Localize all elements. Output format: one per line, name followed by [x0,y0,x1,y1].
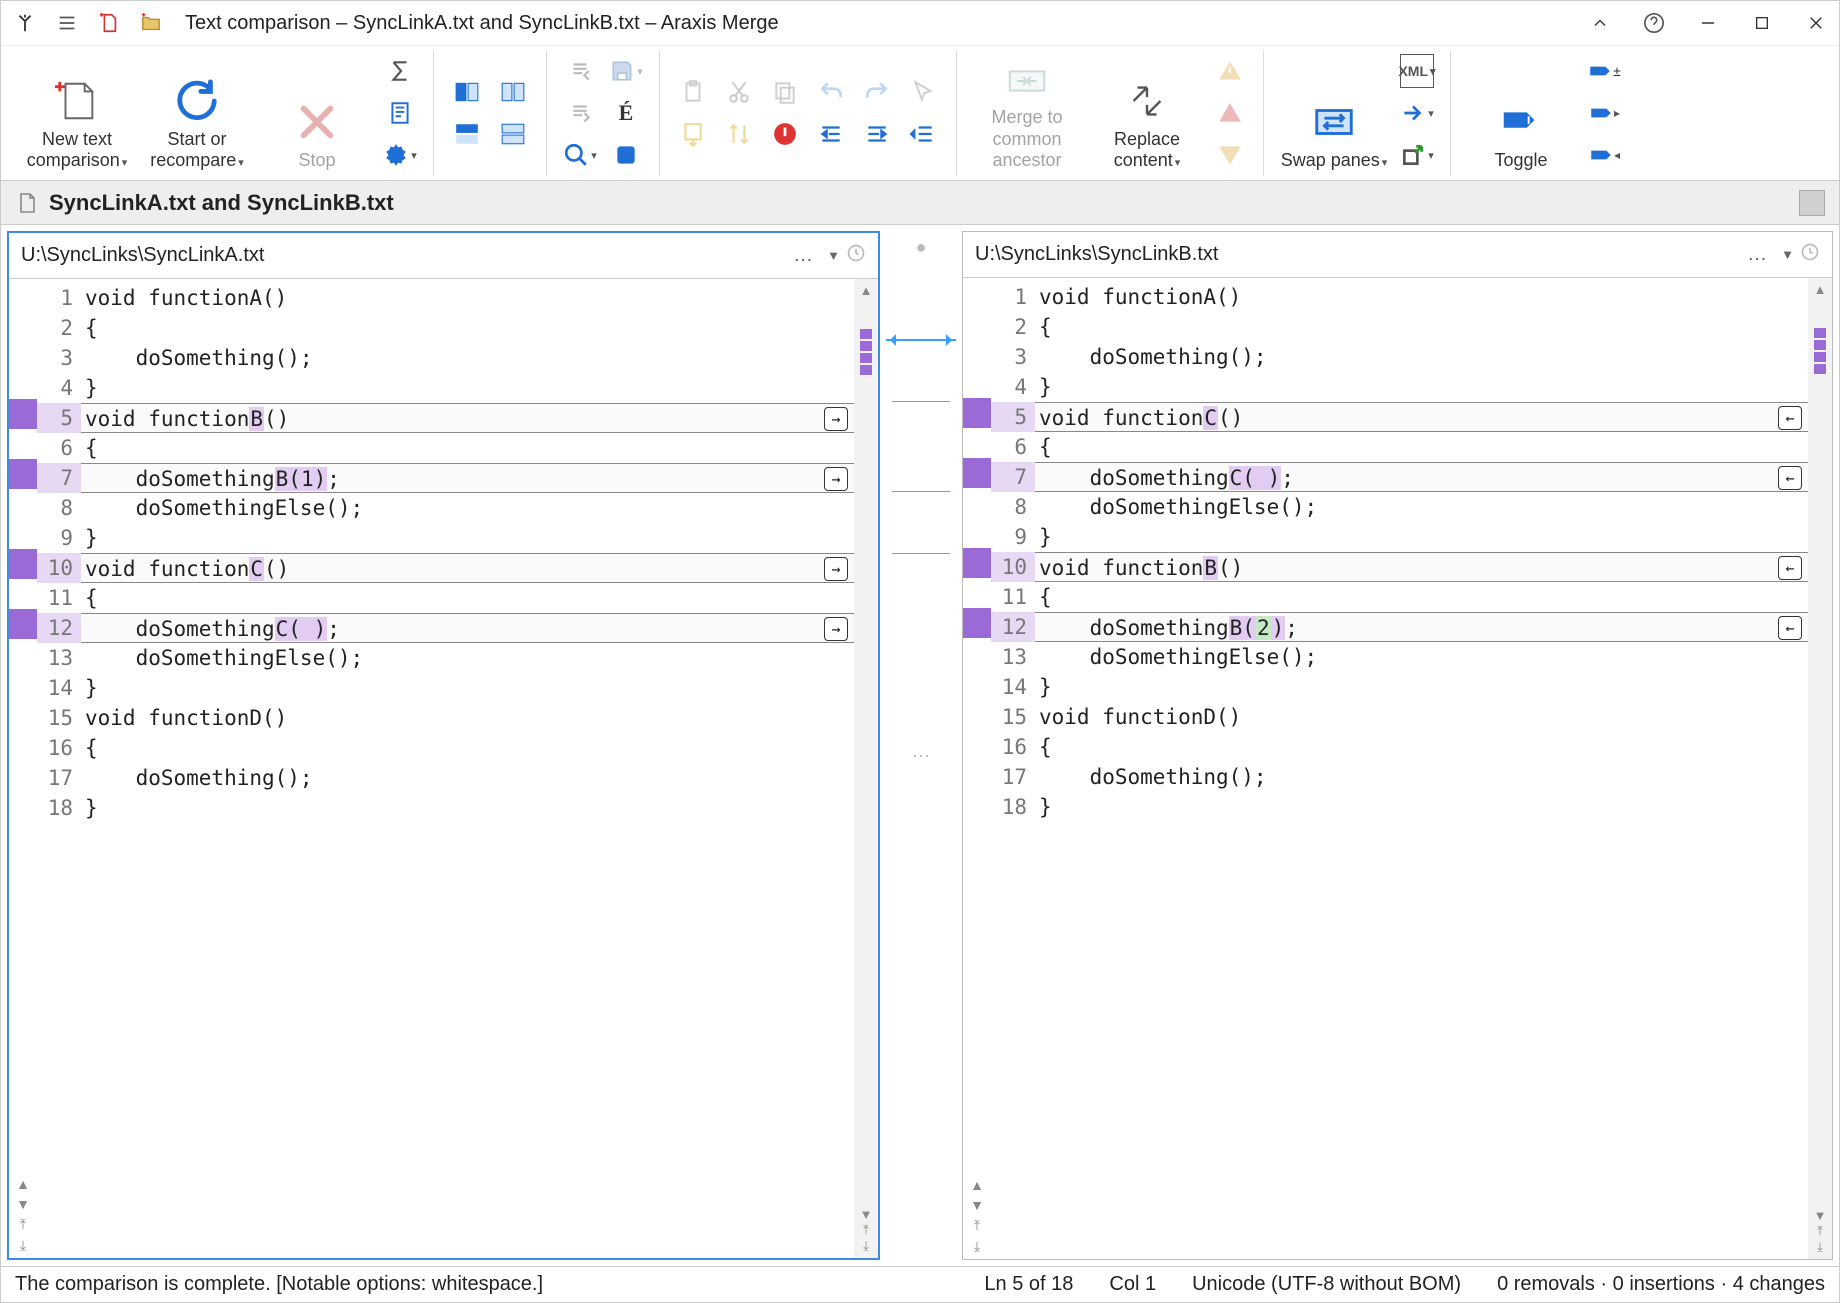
layout-left-icon[interactable] [450,75,484,109]
merge-to-common-ancestor-button: Merge to common ancestor [967,50,1087,176]
right-history-icon[interactable] [1800,242,1820,268]
document-settings-icon[interactable] [383,96,417,130]
left-file-path[interactable]: U:\SyncLinks\SyncLinkA.txt [21,244,787,267]
warning-down-icon[interactable] [1213,138,1247,172]
status-bar: The comparison is complete. [Notable opt… [1,1266,1839,1302]
layout-right-icon[interactable] [496,75,530,109]
diff-link-line [892,491,950,492]
insert-below-icon[interactable] [676,117,710,151]
right-diff-margin [963,278,991,1259]
merge-arrow-button[interactable]: → [824,407,848,431]
comparison-body: U:\SyncLinks\SyncLinkA.txt … ▼ 123456789… [1,225,1839,1266]
merge-arrow-button[interactable]: → [824,557,848,581]
warning-up-icon[interactable] [1213,54,1247,88]
status-position: Ln 5 of 18 [966,1273,1091,1296]
gear-icon[interactable]: ▾ [383,138,417,172]
warning-mid-icon[interactable] [1213,96,1247,130]
merge-arrow-button[interactable]: ← [1778,466,1802,490]
right-pane[interactable]: U:\SyncLinks\SyncLinkB.txt … ▼ 123456789… [962,231,1833,1260]
diff-link-line [892,553,950,554]
left-pane[interactable]: U:\SyncLinks\SyncLinkA.txt … ▼ 123456789… [7,231,880,1260]
start-recompare-button[interactable]: Start or recompare▾ [137,50,257,176]
xml-icon[interactable]: XML▾ [1400,54,1434,88]
left-code[interactable]: void functionA(){ doSomething();}void fu… [81,279,854,1258]
title-bar: Text comparison – SyncLinkA.txt and Sync… [1,1,1839,45]
bookmark-prev-icon[interactable]: ◂ [1587,138,1621,172]
status-message: The comparison is complete. [Notable opt… [15,1273,561,1296]
bookmark-next-icon[interactable]: ▸ [1587,96,1621,130]
right-more-icon[interactable]: … [1747,243,1769,266]
replace-up-icon[interactable] [563,54,597,88]
encoding-icon[interactable]: É [609,96,643,130]
layout-stack-icon[interactable] [450,117,484,151]
undo-icon[interactable] [814,75,848,109]
sigma-icon[interactable] [383,54,417,88]
bookmark-add-icon[interactable]: ± [1587,54,1621,88]
close-button[interactable] [1803,14,1829,32]
right-code[interactable]: void functionA(){ doSomething();}void fu… [1035,278,1808,1259]
help-icon[interactable] [1641,12,1667,34]
right-pane-header: U:\SyncLinks\SyncLinkB.txt … ▼ [963,232,1832,278]
maximize-button[interactable] [1749,15,1775,31]
copy-icon[interactable] [768,75,802,109]
document-icon [15,191,39,215]
app-logo-icon [11,9,39,37]
merge-arrow-button[interactable]: → [824,617,848,641]
export-icon[interactable]: ▾ [1400,138,1434,172]
outdent-icon[interactable] [906,117,940,151]
left-more-icon[interactable]: … [793,244,815,267]
hamburger-icon[interactable] [53,9,81,37]
error-icon[interactable] [768,117,802,151]
left-history-icon[interactable] [846,243,866,269]
select-all-icon[interactable] [609,138,643,172]
indent-right-icon[interactable] [860,117,894,151]
new-text-comparison-button[interactable]: New text comparison▾ [17,50,137,176]
left-scrollbar[interactable]: ▲ ▼⤒⤓ [854,279,878,1258]
save-icon[interactable]: ▾ [609,54,643,88]
status-summary: 0 removals · 0 insertions · 4 changes [1479,1273,1825,1296]
stop-button: Stop [257,50,377,176]
window-title: Text comparison – SyncLinkA.txt and Sync… [179,12,1587,35]
diff-link-line [892,401,950,402]
paste-icon[interactable] [676,75,710,109]
minimize-button[interactable] [1695,14,1721,32]
merge-arrow-button[interactable]: ← [1778,406,1802,430]
status-column: Col 1 [1091,1273,1174,1296]
zoom-icon[interactable]: ▾ [563,138,597,172]
merge-arrow-button[interactable]: ← [1778,616,1802,640]
sort-icon[interactable] [722,117,756,151]
new-folder-icon[interactable] [137,9,165,37]
swap-panes-button[interactable]: Swap panes▾ [1274,50,1394,176]
left-diff-margin [9,279,37,1258]
redo-icon[interactable] [860,75,894,109]
diff-link-arrow[interactable] [886,339,956,341]
new-file-icon[interactable] [95,9,123,37]
right-dropdown-icon[interactable]: ▼ [1781,247,1794,262]
merge-arrow-button[interactable]: ← [1778,556,1802,580]
side-panel-toggle[interactable] [1799,190,1825,216]
link-right-icon[interactable]: ▾ [1400,96,1434,130]
comparison-label-bar: SyncLinkA.txt and SyncLinkB.txt [1,181,1839,225]
right-line-numbers: 123456789101112131415161718 [991,278,1035,1259]
left-dropdown-icon[interactable]: ▼ [827,248,840,263]
ribbon-toolbar: New text comparison▾ Start or recompare▾… [1,45,1839,181]
merge-arrow-button[interactable]: → [824,467,848,491]
left-line-numbers: 123456789101112131415161718 [37,279,81,1258]
replace-down-icon[interactable] [563,96,597,130]
right-scrollbar[interactable]: ▲ ▼⤒⤓ [1808,278,1832,1259]
right-file-path[interactable]: U:\SyncLinks\SyncLinkB.txt [975,243,1741,266]
cut-icon[interactable] [722,75,756,109]
left-pane-header: U:\SyncLinks\SyncLinkA.txt … ▼ [9,233,878,279]
status-encoding: Unicode (UTF-8 without BOM) [1174,1273,1479,1296]
pointer-icon[interactable] [906,75,940,109]
layout-grid-icon[interactable] [496,117,530,151]
collapse-ribbon-icon[interactable] [1587,13,1613,33]
indent-left-icon[interactable] [814,117,848,151]
center-gutter: ● ⋯ [886,231,956,1260]
replace-content-button[interactable]: Replace content▾ [1087,50,1207,176]
toggle-button[interactable]: Toggle [1461,50,1581,176]
left-pane-nav[interactable]: ▲▼⤒⤓ [9,1172,37,1258]
right-pane-nav[interactable]: ▲▼⤒⤓ [963,1173,991,1259]
comparison-label: SyncLinkA.txt and SyncLinkB.txt [49,190,394,216]
